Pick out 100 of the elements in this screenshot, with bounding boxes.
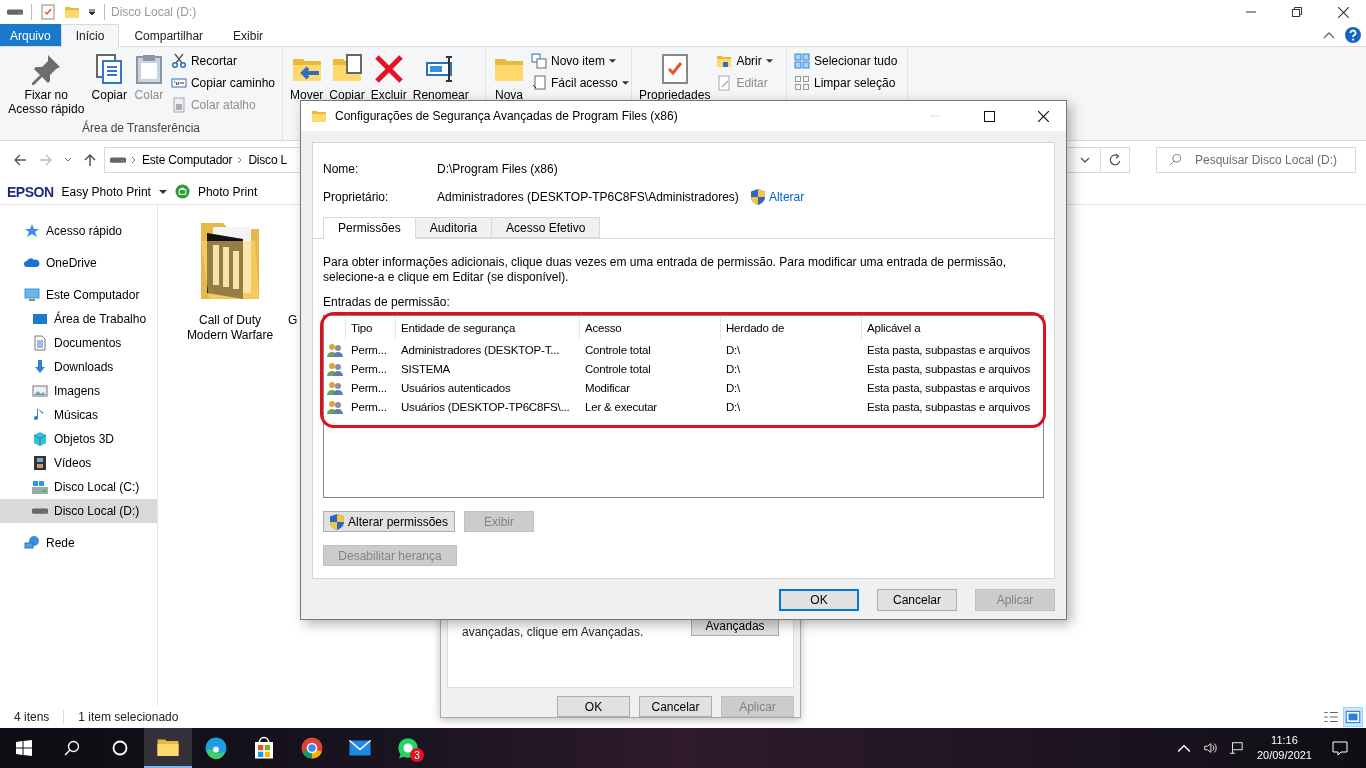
shield-icon <box>750 189 765 205</box>
chevron-right-icon <box>237 156 244 164</box>
cube-icon <box>32 431 48 447</box>
clipboard-icon <box>170 97 187 113</box>
ribbon-tab[interactable]: Compartilhar <box>119 24 219 46</box>
nav-item[interactable]: Vídeos <box>0 451 157 475</box>
table-cell-text: Controle total <box>584 343 652 356</box>
dialog-tab[interactable]: Permissões <box>323 217 416 239</box>
dialog-button[interactable]: Cancelar <box>639 696 712 717</box>
chevron-down-icon[interactable] <box>1080 157 1090 163</box>
dialog-tab[interactable]: Auditoria <box>414 217 493 238</box>
ribbon-button[interactable]: Propriedades <box>636 50 714 105</box>
nav-item[interactable]: Acesso rápido <box>0 219 157 243</box>
path-icon <box>170 75 187 91</box>
thumbnails-view-icon[interactable] <box>1344 708 1362 726</box>
search-field[interactable]: Pesquisar Disco Local (D:) <box>1156 147 1356 173</box>
description-text: Para obter informações adicionais, clique duas vezes em uma entrada de permissão. Para modificar uma entrada de permissão, selecione-a e clique em Editar (se disponível). <box>323 255 1007 285</box>
ribbon-tab[interactable]: Arquivo <box>0 24 61 46</box>
ribbon-tab[interactable]: Exibir <box>218 24 279 46</box>
table-cell-text: SISTEMA <box>400 362 452 375</box>
ribbon-tab[interactable]: Início <box>60 24 120 47</box>
table-cell-text: Usuários (DESKTOP-TP6C8FS\... <box>400 400 571 413</box>
nav-item[interactable]: Este Computador <box>0 283 157 307</box>
field-label: Nome: <box>323 162 360 176</box>
item-count: 4 itens <box>14 710 50 724</box>
grid-icon <box>794 75 810 91</box>
nav-item[interactable]: Disco Local (C:) <box>0 475 157 499</box>
nav-item[interactable]: Downloads <box>0 355 157 379</box>
wave-circle-icon <box>204 736 228 760</box>
table-cell-text: Esta pasta, subpastas e arquivos <box>866 362 1031 375</box>
globe-monitor-icon <box>24 535 40 551</box>
toolbar-button[interactable]: Easy Photo Print <box>59 184 169 199</box>
dialog-button[interactable]: OK <box>557 696 630 717</box>
speaker-icon[interactable] <box>1202 741 1217 755</box>
column-header[interactable]: Herdado de <box>721 316 862 340</box>
shopping-bag-icon <box>252 736 276 760</box>
ribbon-button[interactable]: Copiar caminho <box>167 72 278 94</box>
taskbar-app[interactable] <box>144 728 192 768</box>
nav-item[interactable]: Objetos 3D <box>0 427 157 451</box>
chevron-down-icon[interactable] <box>64 156 72 164</box>
refresh-button[interactable] <box>1100 147 1130 173</box>
checklist-icon[interactable] <box>40 4 56 20</box>
help-icon[interactable] <box>1345 27 1361 43</box>
column-header[interactable]: Aplicável a <box>862 316 1043 340</box>
field-label: Proprietário: <box>323 190 390 204</box>
file-name[interactable]: Call of Duty Modern Warfare <box>180 313 280 343</box>
dialog-button[interactable]: Cancelar <box>877 589 957 611</box>
table-cell-text: Controle total <box>584 362 652 375</box>
nav-item[interactable]: Documentos <box>0 331 157 355</box>
dialog-button[interactable]: OK <box>779 589 859 611</box>
ribbon-button[interactable]: Excluir <box>367 50 410 105</box>
ribbon-button[interactable]: Fácil acesso <box>528 72 632 94</box>
breadcrumb-item[interactable]: Este Computador <box>142 153 233 167</box>
table-cell-text: Usuários autenticados <box>400 381 512 394</box>
taskbar-app[interactable]: 3 <box>384 728 432 768</box>
file-name[interactable]: G <box>288 313 298 328</box>
ribbon-button[interactable]: Abrir <box>713 50 776 72</box>
nav-item[interactable]: Rede <box>0 531 157 555</box>
folder-icon <box>716 53 733 69</box>
windows-logo-icon <box>16 740 32 756</box>
notification-badge: 3 <box>410 748 424 762</box>
field-value: Administradores (DESKTOP-TP6C8FS\Administradores) <box>437 190 739 204</box>
printer-icon <box>174 184 190 199</box>
dialog-tab[interactable]: Acesso Efetivo <box>491 217 601 238</box>
up-arrow-icon[interactable] <box>82 152 98 168</box>
refresh-icon <box>1108 153 1122 167</box>
table-cell-text: Perm... <box>350 362 388 375</box>
film-icon <box>32 455 48 471</box>
close-icon <box>1337 6 1349 18</box>
table-cell-text: D:\ <box>725 362 742 375</box>
column-header[interactable]: Tipo <box>346 316 396 340</box>
nav-item[interactable]: Disco Local (D:) <box>0 499 157 523</box>
toolbar-button[interactable]: Photo Print <box>195 184 260 199</box>
nav-item[interactable]: Músicas <box>0 403 157 427</box>
shield-icon <box>330 513 344 530</box>
table-cell-text: D:\ <box>725 381 742 394</box>
nav-item[interactable]: Imagens <box>0 379 157 403</box>
action-button[interactable]: Alterar permissões <box>323 511 456 532</box>
nav-item[interactable]: OneDrive <box>0 251 157 275</box>
ribbon-button[interactable]: Limpar seleção <box>791 72 901 94</box>
column-header[interactable]: Acesso <box>580 316 721 340</box>
ribbon-button[interactable]: Copiar <box>88 50 130 105</box>
ribbon-button[interactable]: Recortar <box>167 50 278 72</box>
ribbon-button[interactable]: Fixar no Acesso rápido <box>4 50 89 119</box>
clock-time[interactable]: 11:16 <box>1271 733 1298 748</box>
caret-icon <box>158 189 167 194</box>
nav-item[interactable]: Área de Trabalho <box>0 307 157 331</box>
document-icon <box>32 335 48 351</box>
change-link[interactable]: Alterar <box>768 190 805 204</box>
caret-icon[interactable] <box>88 8 96 16</box>
column-header[interactable]: Entidade de segurança <box>396 316 580 340</box>
clock-date[interactable]: 20/09/2021 <box>1256 748 1312 763</box>
breadcrumb-item[interactable]: Disco L <box>248 153 287 167</box>
back-arrow-icon[interactable] <box>12 152 28 168</box>
download-icon <box>32 359 48 375</box>
chevron-right-icon <box>131 156 137 164</box>
ribbon-button[interactable]: Novo item <box>528 50 632 72</box>
ribbon-button[interactable]: Selecionar tudo <box>791 50 901 72</box>
notification-icon[interactable] <box>1332 740 1348 756</box>
caret-icon <box>621 81 629 85</box>
